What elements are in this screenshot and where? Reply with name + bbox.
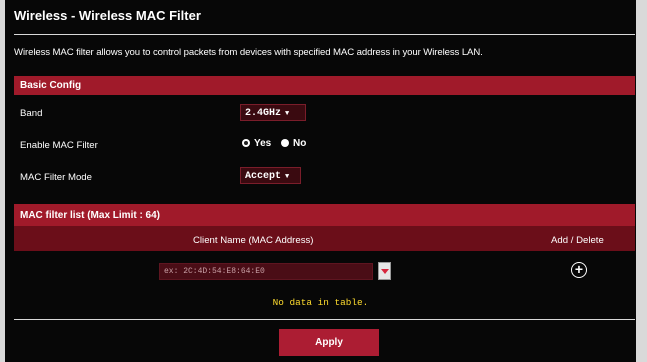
client-name-column: Client Name (MAC Address) xyxy=(193,235,314,246)
basic-config-title: Basic Config xyxy=(20,80,82,91)
basic-config-header: Basic Config xyxy=(14,76,635,95)
enable-mac-filter-label: Enable MAC Filter xyxy=(20,140,98,151)
enable-no-radio[interactable] xyxy=(281,139,289,147)
enable-no-label: No xyxy=(293,138,307,149)
page-title: Wireless - Wireless MAC Filter xyxy=(14,8,201,23)
page-description: Wireless MAC filter allows you to contro… xyxy=(14,47,483,58)
footer-divider xyxy=(14,319,635,320)
title-divider xyxy=(14,34,635,35)
band-value: 2.4GHz xyxy=(245,108,282,119)
add-circle-icon[interactable]: + xyxy=(571,262,587,278)
caret-down-icon: ▼ xyxy=(285,173,290,181)
enable-yes-label: Yes xyxy=(254,138,272,149)
mac-address-input[interactable]: ex: 2C:4D:54:E8:64:E0 xyxy=(159,263,373,280)
apply-button[interactable]: Apply xyxy=(279,329,379,356)
mac-filter-panel: Wireless - Wireless MAC Filter Wireless … xyxy=(5,0,636,362)
band-label: Band xyxy=(20,108,43,119)
add-delete-column: Add / Delete xyxy=(551,235,604,246)
mode-value: Accept xyxy=(245,171,282,182)
filter-list-title: MAC filter list (Max Limit : 64) xyxy=(20,210,161,221)
empty-table-message: No data in table. xyxy=(272,297,369,308)
client-dropdown-button[interactable] xyxy=(378,262,391,280)
filter-table-header: Client Name (MAC Address) Add / Delete xyxy=(14,226,635,251)
mode-select[interactable]: Accept ▼ xyxy=(240,167,301,184)
enable-yes-radio[interactable] xyxy=(242,139,250,147)
band-select[interactable]: 2.4GHz ▼ xyxy=(240,104,306,121)
mac-filter-mode-label: MAC Filter Mode xyxy=(20,172,92,183)
filter-list-header: MAC filter list (Max Limit : 64) xyxy=(14,204,635,226)
caret-down-icon: ▼ xyxy=(285,110,290,118)
